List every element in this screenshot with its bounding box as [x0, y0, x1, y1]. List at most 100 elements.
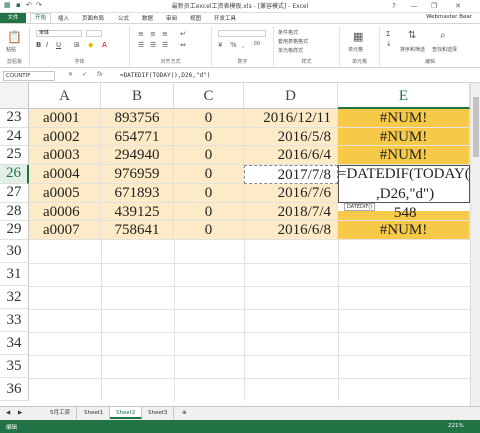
cell-b23[interactable]: 893756 [101, 109, 174, 128]
find-select-button[interactable]: 查找和选择 [432, 46, 457, 53]
select-all-corner[interactable] [0, 83, 29, 109]
cell-e25[interactable]: #NUM! [338, 146, 470, 165]
cell-b29[interactable]: 758641 [101, 221, 174, 240]
border-icon[interactable]: ⊞ [74, 41, 80, 49]
minimize-button[interactable]: — [404, 0, 424, 12]
column-header-a[interactable]: A [29, 83, 101, 109]
paste-icon[interactable]: 📋 [7, 30, 22, 44]
cell-c29[interactable]: 0 [174, 221, 244, 240]
cell-c26[interactable]: 0 [174, 165, 244, 184]
row-header-28[interactable]: 28 [0, 203, 29, 221]
cell-e23[interactable]: #NUM! [338, 109, 470, 128]
row-header-30[interactable]: 30 [0, 240, 29, 263]
row-header-29[interactable]: 29 [0, 221, 29, 240]
tab-file[interactable]: 文件 [0, 13, 26, 23]
cell-a24[interactable]: a0002 [29, 128, 101, 146]
sheet-tab-may-salary[interactable]: 5月工资 [44, 407, 77, 419]
font-name-select[interactable]: 宋体 [36, 30, 82, 37]
bold-icon[interactable]: B [36, 41, 41, 49]
column-header-d[interactable]: D [244, 83, 338, 109]
sheet-tab-sheet1[interactable]: Sheet1 [78, 407, 111, 419]
cell-styles-button[interactable]: 单元格样式 [278, 47, 303, 54]
row-header-32[interactable]: 32 [0, 286, 29, 309]
fill-color-icon[interactable]: ◆ [88, 41, 93, 49]
restore-button[interactable]: ❐ [424, 0, 444, 12]
enter-icon[interactable]: ✓ [82, 71, 87, 78]
tab-home[interactable]: 开始 [30, 13, 52, 23]
align-bottom-icon[interactable]: ≡ [162, 30, 168, 38]
font-size-select[interactable] [86, 30, 102, 37]
cell-a23[interactable]: a0001 [29, 109, 101, 128]
cell-d24[interactable]: 2016/5/8 [244, 128, 338, 146]
cell-c28[interactable]: 0 [174, 203, 244, 221]
cells-icon[interactable]: ▦ [353, 30, 363, 43]
underline-icon[interactable]: U [56, 41, 61, 49]
align-top-icon[interactable]: ≡ [138, 30, 144, 38]
name-box[interactable]: COUNTIF [3, 71, 55, 81]
cell-d23[interactable]: 2016/12/11 [244, 109, 338, 128]
vertical-scrollbar[interactable] [470, 83, 480, 406]
next-sheet-icon[interactable]: ▶ [16, 407, 24, 419]
sheet-tab-sheet3[interactable]: Sheet3 [142, 407, 175, 419]
find-icon[interactable]: ⌕ [440, 30, 446, 41]
conditional-format-button[interactable]: 条件格式 [278, 29, 298, 36]
cancel-icon[interactable]: ✕ [68, 71, 73, 78]
row-header-35[interactable]: 35 [0, 355, 29, 378]
cell-d25[interactable]: 2016/6/4 [244, 146, 338, 165]
function-tooltip[interactable]: DATEDIF() [344, 203, 376, 211]
prev-sheet-icon[interactable]: ◀ [4, 407, 12, 419]
row-header-23[interactable]: 23 [0, 109, 29, 128]
tab-formulas[interactable]: 公式 [118, 14, 129, 22]
cell-d26-referenced[interactable]: 2017/7/8 [244, 165, 338, 184]
cell-e29[interactable]: #NUM! [338, 221, 470, 240]
align-middle-icon[interactable]: ≡ [150, 30, 156, 38]
cell-c27[interactable]: 0 [174, 184, 244, 203]
cell-e28[interactable]: 548 [394, 204, 417, 222]
tab-insert[interactable]: 插入 [58, 14, 69, 22]
cell-a27[interactable]: a0005 [29, 184, 101, 203]
zoom-level[interactable]: 221% [448, 423, 464, 429]
cell-c23[interactable]: 0 [174, 109, 244, 128]
row-header-31[interactable]: 31 [0, 263, 29, 286]
cell-e26-formula-line1[interactable]: =DATEDIF(TODAY() [338, 165, 470, 183]
tab-data[interactable]: 数据 [142, 14, 153, 22]
tab-page-layout[interactable]: 页面布局 [82, 14, 104, 22]
formula-input[interactable]: =DATEDIF(TODAY(),D26,"d") [120, 72, 210, 79]
italic-icon[interactable]: I [46, 41, 48, 49]
currency-icon[interactable]: ¥ [218, 41, 222, 49]
format-table-button[interactable]: 套用表格格式 [278, 38, 308, 45]
number-format-select[interactable] [218, 30, 266, 37]
cell-e24[interactable]: #NUM! [338, 128, 470, 146]
row-header-36[interactable]: 36 [0, 378, 29, 401]
merge-icon[interactable]: ⇔ [180, 41, 186, 49]
cell-d28[interactable]: 2018/7/4 [244, 203, 338, 221]
sort-filter-button[interactable]: 排序和筛选 [400, 46, 425, 53]
font-color-icon[interactable]: A [102, 41, 107, 49]
column-header-e[interactable]: E [338, 83, 470, 109]
tab-view[interactable]: 视图 [190, 14, 201, 22]
cell-d29[interactable]: 2016/6/8 [244, 221, 338, 240]
worksheet-grid[interactable]: A B C D E 23 a0001 893756 0 2016/12/11 #… [0, 83, 470, 401]
paste-label[interactable]: 粘贴 [6, 46, 16, 53]
percent-icon[interactable]: % [230, 41, 237, 49]
align-right-icon[interactable]: ☰ [162, 41, 168, 49]
column-header-c[interactable]: C [174, 83, 244, 109]
cell-b26[interactable]: 976959 [101, 165, 174, 184]
cell-b27[interactable]: 671893 [101, 184, 174, 203]
cell-a29[interactable]: a0007 [29, 221, 101, 240]
row-header-25[interactable]: 25 [0, 146, 29, 165]
close-button[interactable]: ✕ [448, 0, 468, 12]
add-sheet-icon[interactable]: ⊕ [176, 407, 193, 419]
row-header-27[interactable]: 27 [0, 184, 29, 203]
decimal-icon[interactable]: .00 [252, 41, 260, 47]
autosum-icon[interactable]: Σ [386, 30, 390, 38]
row-header-24[interactable]: 24 [0, 128, 29, 146]
cell-c25[interactable]: 0 [174, 146, 244, 165]
row-header-33[interactable]: 33 [0, 309, 29, 332]
insert-function-icon[interactable]: fx [97, 71, 103, 78]
cell-c24[interactable]: 0 [174, 128, 244, 146]
cell-b24[interactable]: 654771 [101, 128, 174, 146]
row-header-34[interactable]: 34 [0, 332, 29, 355]
wrap-text-icon[interactable]: ↵ [180, 30, 186, 38]
align-center-icon[interactable]: ☰ [150, 41, 156, 49]
